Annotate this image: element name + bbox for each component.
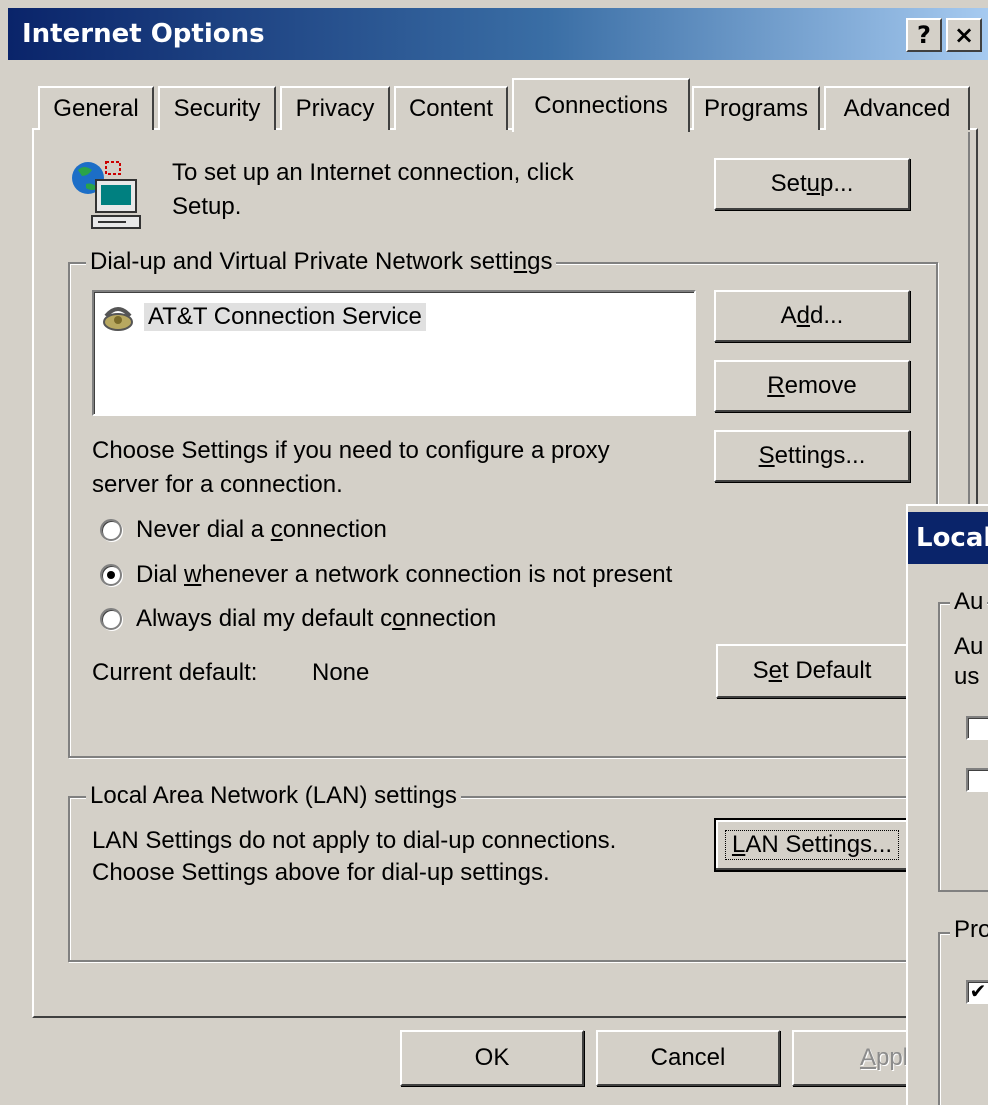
remove-button[interactable]: Remove [714,360,910,412]
radio-selected-dot [107,571,115,579]
button-label-part: ettings... [774,442,866,469]
dialog-edge [968,132,974,504]
tab-advanced[interactable]: Advanced [824,86,970,130]
radio-label: Dial whenever a network connection is no… [136,561,672,589]
settings-button[interactable]: Settings... [714,430,910,482]
dialup-group-title: Dial-up and Virtual Private Network sett… [86,248,557,276]
accelerator-key: o [392,605,406,632]
label-part: Never dial a [136,516,271,543]
group-text-line2: us [954,663,980,690]
check-mark-icon: ✔ [969,981,987,1003]
proxy-text-line1: Choose Settings if you need to configure… [92,437,610,464]
label-part: onnection [282,516,387,543]
accelerator-key: w [184,561,202,588]
help-button[interactable]: ? [906,18,942,52]
lan-settings-button[interactable]: LAN Settings... [714,818,910,872]
connection-label: AT&T Connection Service [144,303,426,331]
group-title: Au [950,588,988,616]
tab-label: Privacy [295,95,375,122]
accelerator-key: R [767,372,785,399]
accelerator-key: n [513,248,528,275]
close-button[interactable]: × [946,18,982,52]
group-title: Pro [950,916,988,944]
radio-button[interactable] [100,564,122,586]
proxy-server-group [938,932,988,1105]
button-label-part: Set [770,170,807,197]
group-title-part: Dial-up and Virtual Private Network sett… [90,248,514,275]
radio-always-dial[interactable]: Always dial my default connection [100,605,496,633]
tab-privacy[interactable]: Privacy [280,86,390,130]
button-label-part: AN Settings... [745,831,893,858]
accelerator-key: S [758,442,775,469]
accelerator-key: u [806,170,821,197]
setup-text-line1: To set up an Internet connection, click [172,159,574,186]
accelerator-key: e [768,657,782,684]
lan-text-line1: LAN Settings do not apply to dial-up con… [92,827,617,854]
connections-listbox[interactable]: AT&T Connection Service [92,290,696,416]
button-label-part: d... [810,302,844,329]
checkbox-auto-script[interactable] [966,768,988,792]
tab-connections[interactable]: Connections [512,78,690,132]
tab-content[interactable]: Content [394,86,508,130]
title-bar: Internet Options [8,8,988,60]
tab-label: Programs [703,95,809,122]
button-label-part: emove [784,372,857,399]
radio-dial-whenever[interactable]: Dial whenever a network connection is no… [100,561,672,589]
tab-security[interactable]: Security [158,86,276,130]
phone-connection-icon [100,302,136,332]
tab-general[interactable]: General [38,86,154,130]
radio-label: Always dial my default connection [136,605,496,633]
tab-label: Security [173,95,261,122]
current-default-label: Current default: [92,659,258,686]
setup-text-line2: Setup. [172,193,242,220]
tab-label: General [53,95,139,122]
radio-never-dial[interactable]: Never dial a connection [100,516,387,544]
list-item[interactable]: AT&T Connection Service [100,300,426,334]
accelerator-key: c [270,516,283,543]
button-label-part: S [752,657,769,684]
lan-group-title: Local Area Network (LAN) settings [86,782,461,810]
focus-rect: LAN Settings... [724,830,900,860]
set-default-button[interactable]: Set Default [716,644,908,698]
checkbox-auto-detect[interactable] [966,716,988,740]
proxy-text-line2: server for a connection. [92,471,343,498]
checkbox-use-proxy[interactable]: ✔ [966,980,988,1004]
label-part: henever a network connection is not pres… [201,561,673,588]
group-text-line1: Au [954,633,984,660]
add-button[interactable]: Ad d... [714,290,910,342]
local-area-network-settings-dialog: Local Au Au us Pro ✔ [906,504,988,1105]
tab-label: Connections [534,92,668,119]
window-title: Internet Options [22,19,265,49]
network-globe-computer-icon [66,158,150,234]
lan-dialog-title: Local [908,512,988,564]
radio-button[interactable] [100,519,122,541]
button-label-part: t Default [781,657,872,684]
button-label-part: ppl [875,1044,909,1071]
label-part: Always dial my default c [136,605,393,632]
tab-programs[interactable]: Programs [692,86,820,130]
accelerator-key: A [859,1044,876,1071]
current-default-value: None [312,659,370,686]
tab-label: Content [408,95,494,122]
tab-label: Advanced [843,95,951,122]
button-label-part: A [780,302,797,329]
group-title-part: gs [527,248,553,275]
setup-button[interactable]: Set u p... [714,158,910,210]
cancel-button[interactable]: Cancel [596,1030,780,1086]
radio-button[interactable] [100,608,122,630]
ok-button[interactable]: OK [400,1030,584,1086]
label-part: nnection [405,605,497,632]
radio-label: Never dial a connection [136,516,387,544]
label-part: Dial [136,561,185,588]
accelerator-key: d [796,302,810,329]
button-label-part: p... [820,170,854,197]
accelerator-key: L [731,831,746,858]
lan-text-line2: Choose Settings above for dial-up settin… [92,859,550,886]
